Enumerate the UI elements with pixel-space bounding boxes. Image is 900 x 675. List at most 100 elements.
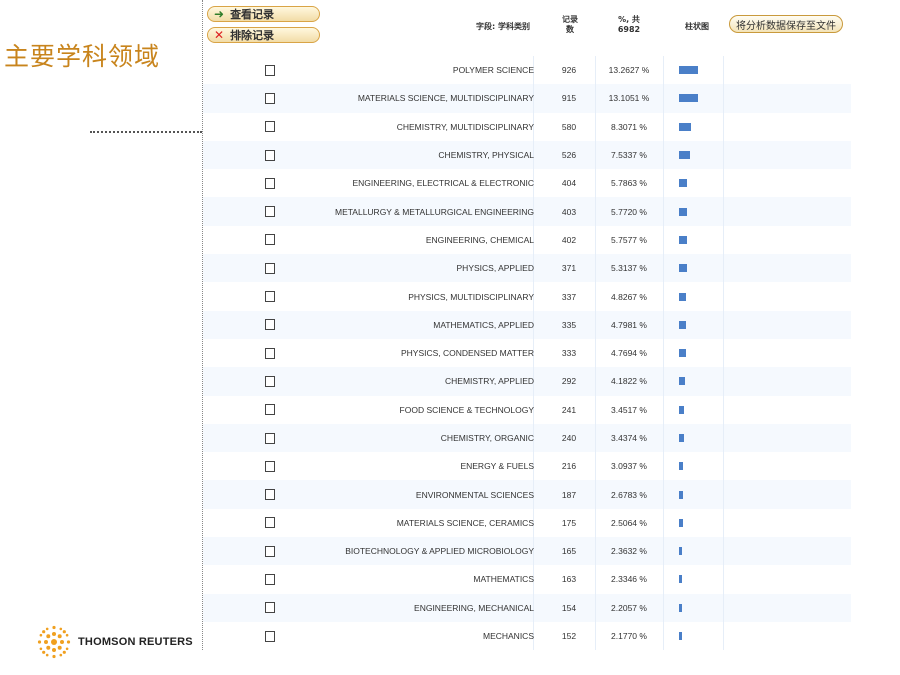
row-bar-cell	[679, 396, 719, 424]
checkbox-box[interactable]	[265, 489, 275, 501]
row-checkbox[interactable]	[261, 424, 279, 452]
row-checkbox[interactable]	[261, 197, 279, 225]
row-count: 292	[561, 376, 577, 387]
checkbox-box[interactable]	[265, 573, 275, 585]
view-records-button[interactable]: ➜ 查看记录	[207, 6, 320, 22]
row-bar	[679, 575, 683, 584]
row-percent: 2.1770 %	[611, 631, 647, 642]
table-row: ENGINEERING, MECHANICAL 154 2.2057 %	[203, 593, 851, 622]
row-bar-cell	[679, 509, 719, 537]
row-category: POLYMER SCIENCE	[452, 65, 534, 76]
row-bar	[679, 151, 690, 160]
row-checkbox[interactable]	[261, 311, 279, 339]
row-checkbox[interactable]	[261, 452, 279, 480]
column-header-count: 记录 数	[562, 15, 578, 34]
row-percent: 8.3071 %	[611, 121, 647, 132]
row-checkbox[interactable]	[261, 113, 279, 141]
row-count: 152	[561, 631, 577, 642]
row-checkbox[interactable]	[261, 141, 279, 169]
row-count: 402	[561, 234, 577, 245]
row-category: MATHEMATICS, APPLIED	[433, 319, 534, 330]
checkbox-box[interactable]	[265, 460, 275, 472]
row-count: 165	[561, 546, 577, 557]
checkbox-box[interactable]	[265, 64, 275, 76]
row-percent: 4.7694 %	[611, 348, 647, 359]
row-bar-cell	[679, 622, 719, 650]
row-percent: 4.7981 %	[611, 319, 647, 330]
checkbox-box[interactable]	[265, 404, 275, 416]
row-checkbox[interactable]	[261, 169, 279, 197]
thomson-reuters-logo: THOMSON REUTERS	[36, 624, 193, 660]
checkbox-box[interactable]	[265, 517, 275, 529]
row-bar-cell	[679, 169, 719, 197]
row-count: 403	[561, 206, 577, 217]
checkbox-box[interactable]	[265, 149, 275, 161]
row-checkbox[interactable]	[261, 226, 279, 254]
row-percent: 2.3632 %	[611, 546, 647, 557]
row-bar-cell	[679, 197, 719, 225]
row-bar	[679, 349, 686, 358]
row-percent: 13.1051 %	[608, 93, 650, 104]
row-checkbox[interactable]	[261, 396, 279, 424]
row-bar-cell	[679, 424, 719, 452]
exclude-records-button[interactable]: ✕ 排除记录	[207, 27, 320, 43]
row-percent: 4.1822 %	[611, 376, 647, 387]
row-checkbox[interactable]	[261, 622, 279, 650]
column-header-bar: 柱状图	[685, 22, 709, 31]
row-bar-cell	[679, 254, 719, 282]
row-checkbox[interactable]	[261, 537, 279, 565]
checkbox-box[interactable]	[265, 375, 275, 387]
row-checkbox[interactable]	[261, 56, 279, 84]
row-bar-cell	[679, 113, 719, 141]
row-bar-cell	[679, 594, 719, 622]
row-count: 926	[561, 65, 577, 76]
checkbox-box[interactable]	[265, 121, 275, 133]
checkbox-box[interactable]	[265, 630, 275, 642]
checkbox-box[interactable]	[265, 545, 275, 557]
row-count: 371	[561, 263, 577, 274]
row-bar-cell	[679, 537, 719, 565]
table-row: PHYSICS, CONDENSED MATTER 333 4.7694 %	[203, 338, 851, 368]
row-bar	[679, 264, 687, 273]
row-percent: 3.0937 %	[611, 461, 647, 472]
row-checkbox[interactable]	[261, 339, 279, 367]
table-row: PHYSICS, APPLIED 371 5.3137 %	[203, 254, 851, 283]
save-analysis-button[interactable]: 将分析数据保存至文件	[729, 15, 843, 33]
row-bar-cell	[679, 311, 719, 339]
checkbox-box[interactable]	[265, 92, 275, 104]
row-count: 216	[561, 461, 577, 472]
row-bar	[679, 547, 683, 556]
row-checkbox[interactable]	[261, 509, 279, 537]
row-checkbox[interactable]	[261, 282, 279, 310]
checkbox-box[interactable]	[265, 262, 275, 274]
row-checkbox[interactable]	[261, 480, 279, 508]
row-bar-cell	[679, 282, 719, 310]
row-percent: 5.7577 %	[611, 234, 647, 245]
row-category: PHYSICS, CONDENSED MATTER	[400, 348, 534, 359]
slide-title: 主要学科领域	[4, 42, 161, 71]
checkbox-box[interactable]	[265, 432, 275, 444]
row-checkbox[interactable]	[261, 84, 279, 112]
row-category: MECHANICS	[482, 631, 534, 642]
row-count: 337	[561, 291, 577, 302]
row-bar	[679, 632, 683, 641]
table-row: ENGINEERING, CHEMICAL 402 5.7577 %	[203, 225, 851, 255]
row-checkbox[interactable]	[261, 565, 279, 593]
analysis-results-panel: ➜ 查看记录 ✕ 排除记录 字段: 学科类别 记录 数 %, 共 6982 柱状…	[202, 0, 851, 650]
checkbox-box[interactable]	[265, 347, 275, 359]
checkbox-box[interactable]	[265, 319, 275, 331]
row-checkbox[interactable]	[261, 254, 279, 282]
row-count: 333	[561, 348, 577, 359]
checkbox-box[interactable]	[265, 234, 275, 246]
checkbox-box[interactable]	[265, 177, 275, 189]
row-percent: 7.5337 %	[611, 150, 647, 161]
row-count: 580	[561, 121, 577, 132]
checkbox-box[interactable]	[265, 206, 275, 218]
row-checkbox[interactable]	[261, 594, 279, 622]
row-checkbox[interactable]	[261, 367, 279, 395]
row-category: CHEMISTRY, MULTIDISCIPLINARY	[396, 121, 534, 132]
checkbox-box[interactable]	[265, 291, 275, 303]
row-bar-cell	[679, 141, 719, 169]
checkbox-box[interactable]	[265, 602, 275, 614]
table-row: PHYSICS, MULTIDISCIPLINARY 337 4.8267 %	[203, 282, 851, 311]
